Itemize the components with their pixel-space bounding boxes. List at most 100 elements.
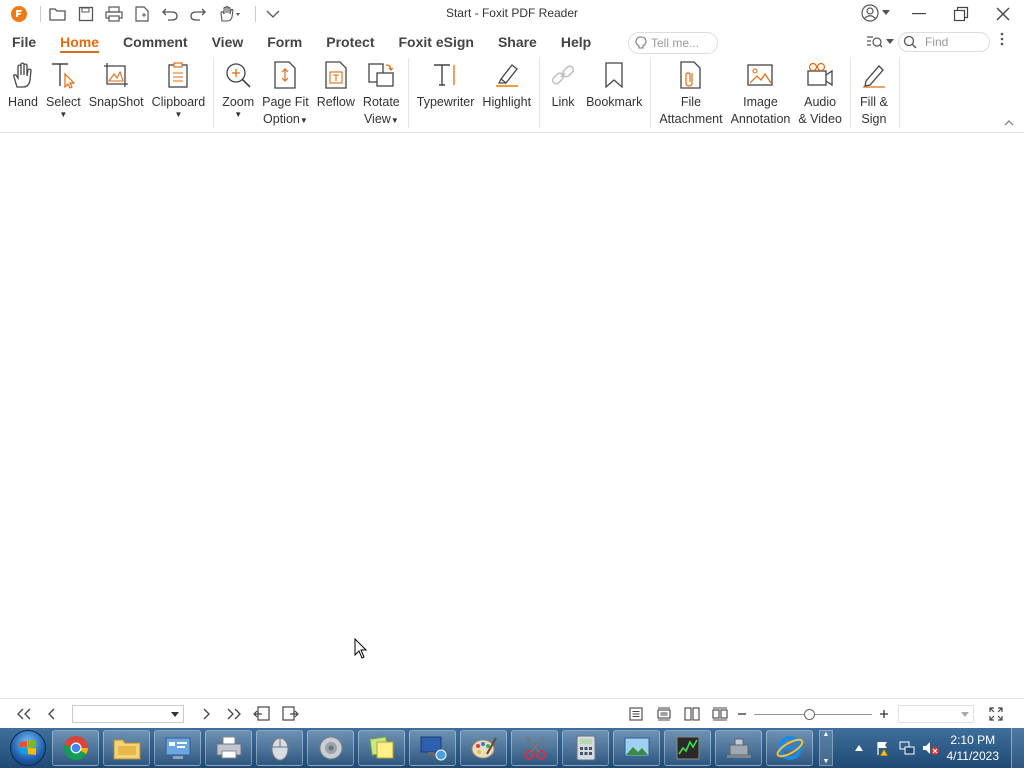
taskbar-task-manager[interactable] <box>664 730 711 766</box>
remote-desktop-icon <box>420 736 446 761</box>
zoom-level-input[interactable] <box>898 705 974 723</box>
new-document-icon[interactable] <box>131 3 153 25</box>
zoom-button[interactable]: Zoom ▼ <box>218 56 258 119</box>
file-attachment-button[interactable]: File Attachment <box>655 56 726 128</box>
snapshot-button[interactable]: SnapShot <box>85 56 148 111</box>
foxit-logo-icon[interactable] <box>8 3 30 25</box>
close-button[interactable] <box>982 0 1024 28</box>
file-explorer-icon <box>113 739 140 760</box>
link-button[interactable]: Link <box>544 56 582 111</box>
redo-icon[interactable] <box>187 3 209 25</box>
tab-share[interactable]: Share <box>486 28 549 56</box>
taskbar-devices-printers[interactable] <box>205 730 252 766</box>
show-desktop-button[interactable] <box>1011 728 1024 768</box>
document-area[interactable] <box>0 133 1024 698</box>
action-center-warning-icon[interactable] <box>873 738 893 758</box>
print-icon[interactable] <box>103 3 125 25</box>
facing-page-button[interactable] <box>678 700 706 728</box>
search-options-button[interactable] <box>866 35 894 49</box>
hand-button[interactable]: Hand <box>4 56 42 111</box>
continuous-page-button[interactable] <box>650 700 678 728</box>
restore-button[interactable] <box>940 0 982 28</box>
taskbar-snipping-tool[interactable] <box>511 730 558 766</box>
tab-comment[interactable]: Comment <box>111 28 200 56</box>
reflow-button[interactable]: Reflow <box>313 56 359 111</box>
image-annotation-button[interactable]: Image Annotation <box>727 56 795 128</box>
tab-view[interactable]: View <box>200 28 256 56</box>
hand-tool-icon[interactable] <box>215 3 245 25</box>
full-screen-button[interactable] <box>982 700 1010 728</box>
tab-home[interactable]: Home <box>48 28 111 56</box>
clipboard-button[interactable]: Clipboard ▼ <box>148 56 210 119</box>
bookmark-button[interactable]: Bookmark <box>582 56 646 111</box>
chevron-right-icon <box>203 708 210 720</box>
chevron-up-icon[interactable]: ▲ <box>823 731 830 738</box>
zoom-out-button[interactable] <box>734 700 750 728</box>
taskbar-remote-desktop[interactable] <box>409 730 456 766</box>
undo-icon[interactable] <box>159 3 181 25</box>
tab-protect[interactable]: Protect <box>314 28 386 56</box>
chevron-down-icon: ▼ <box>299 116 308 125</box>
taskbar-sticky-notes[interactable] <box>358 730 405 766</box>
zoom-slider-knob[interactable] <box>804 709 815 720</box>
continuous-facing-button[interactable] <box>706 700 734 728</box>
snipping-tool-icon <box>523 736 546 760</box>
highlight-label: Highlight <box>482 95 532 109</box>
taskbar-sound[interactable] <box>307 730 354 766</box>
taskbar-network[interactable] <box>715 730 762 766</box>
tab-form[interactable]: Form <box>255 28 314 56</box>
save-icon[interactable] <box>75 3 97 25</box>
chevron-down-icon[interactable]: ▼ <box>823 758 830 765</box>
open-folder-icon[interactable] <box>47 3 69 25</box>
highlight-button[interactable]: Highlight <box>478 56 535 111</box>
chevron-down-icon: ▼ <box>59 110 68 119</box>
taskbar-photo-viewer[interactable] <box>613 730 660 766</box>
hand-icon <box>8 60 38 90</box>
network-status-icon[interactable] <box>897 738 917 758</box>
show-hidden-icons-button[interactable] <box>849 738 869 758</box>
next-page-button[interactable] <box>192 700 220 728</box>
taskbar-file-explorer[interactable] <box>103 730 150 766</box>
reflow-label: Reflow <box>316 95 355 109</box>
find-input[interactable]: Find <box>898 32 990 52</box>
page-number-input[interactable] <box>72 705 184 723</box>
typewriter-button[interactable]: Typewriter <box>413 56 479 111</box>
more-options-icon[interactable] <box>1000 32 1004 49</box>
taskbar-calculator[interactable] <box>562 730 609 766</box>
previous-view-button[interactable] <box>248 700 276 728</box>
system-clock[interactable]: 2:10 PM 4/11/2023 <box>947 732 1000 764</box>
rotate-view-button[interactable]: Rotate View▼ <box>359 56 404 128</box>
tell-me-placeholder: Tell me... <box>651 36 700 50</box>
taskbar-scroll[interactable]: ▲ ▼ <box>819 730 833 766</box>
tab-file[interactable]: File <box>0 28 48 56</box>
lightbulb-icon <box>635 36 647 49</box>
hand-label: Hand <box>8 95 38 109</box>
tell-me-input[interactable]: Tell me... <box>628 32 718 54</box>
taskbar-mouse-settings[interactable] <box>256 730 303 766</box>
tab-help[interactable]: Help <box>549 28 603 56</box>
zoom-slider[interactable] <box>754 707 872 721</box>
page-fit-option-button[interactable]: Page Fit Option▼ <box>258 56 313 128</box>
account-button[interactable] <box>861 4 890 22</box>
next-view-button[interactable] <box>276 700 304 728</box>
fill-sign-button[interactable]: Fill & Sign <box>855 56 893 128</box>
audio-video-button[interactable]: Audio & Video <box>794 56 846 128</box>
zoom-in-button[interactable] <box>876 700 892 728</box>
single-page-button[interactable] <box>622 700 650 728</box>
rotate-view-label: Rotate <box>362 95 400 109</box>
taskbar-chrome[interactable] <box>52 730 99 766</box>
taskbar-control-panel[interactable] <box>154 730 201 766</box>
first-page-button[interactable] <box>10 700 38 728</box>
select-button[interactable]: Select ▼ <box>42 56 85 119</box>
last-page-button[interactable] <box>220 700 248 728</box>
collapse-ribbon-icon[interactable] <box>1004 118 1014 129</box>
start-button[interactable] <box>8 730 48 766</box>
control-panel-icon <box>165 737 190 759</box>
taskbar-internet-explorer[interactable] <box>766 730 813 766</box>
customize-toolbar-icon[interactable] <box>262 3 284 25</box>
taskbar-paint[interactable] <box>460 730 507 766</box>
volume-muted-icon[interactable] <box>921 738 941 758</box>
tab-foxit-esign[interactable]: Foxit eSign <box>386 28 485 56</box>
previous-page-button[interactable] <box>38 700 66 728</box>
minimize-button[interactable] <box>898 0 940 28</box>
